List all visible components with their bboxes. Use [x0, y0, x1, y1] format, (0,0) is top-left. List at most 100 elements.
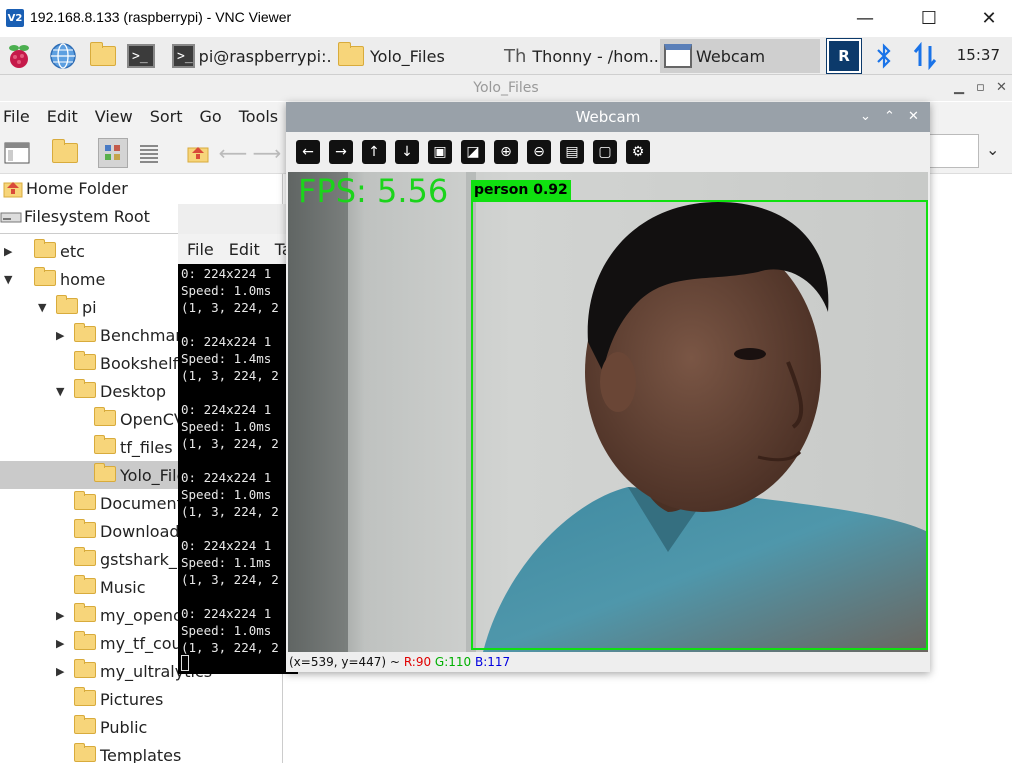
expander-down-icon[interactable]: ▼ — [38, 301, 46, 314]
arrow-right-icon[interactable]: → — [329, 140, 353, 164]
image-settings-icon[interactable]: ◪ — [461, 140, 485, 164]
terminal-line: Speed: 1.1ms — [181, 555, 272, 570]
task-terminal-label: pi@raspberrypi:... — [198, 46, 332, 66]
detection-bounding-box — [471, 200, 928, 650]
webcam-title[interactable]: Webcam — [286, 102, 930, 132]
webcam-toolbar: ← → ↑ ↓ ▣ ◪ ⊕ ⊖ ▤ ▢ ⚙ — [286, 132, 930, 172]
raspberry-menu-icon[interactable] — [4, 41, 34, 71]
task-terminal[interactable]: >_ pi@raspberrypi:... — [172, 39, 332, 73]
arrow-up-icon[interactable]: ↑ — [362, 140, 386, 164]
expander-right-icon[interactable]: ▶ — [56, 329, 64, 342]
menu-view[interactable]: View — [95, 107, 133, 126]
path-input[interactable] — [929, 134, 979, 168]
menu-tools[interactable]: Tools — [239, 107, 278, 126]
folder-icon — [74, 715, 96, 734]
icon-view-icon[interactable] — [98, 138, 128, 168]
arrow-left-icon[interactable]: ← — [296, 140, 320, 164]
window-icon — [664, 44, 692, 68]
tree-item-label: etc — [60, 241, 85, 261]
terminal-icon: >_ — [172, 44, 195, 68]
fm-maximize-button[interactable]: ▫ — [976, 75, 985, 101]
webcam-window[interactable]: Webcam ⌄ ⌃ ✕ ← → ↑ ↓ ▣ ◪ ⊕ ⊖ ▤ ▢ ⚙ FPS: … — [286, 102, 930, 672]
place-root-label: Filesystem Root — [24, 206, 150, 226]
bluetooth-icon[interactable] — [869, 41, 899, 71]
terminal-window[interactable]: File Edit Ta 0: 224x224 1 Speed: 1.0ms (1,… — [178, 204, 298, 674]
webcam-close-button[interactable]: ✕ — [908, 102, 919, 132]
menu-go[interactable]: Go — [200, 107, 222, 126]
terminal-icon[interactable]: >_ — [126, 41, 156, 71]
term-menu-edit[interactable]: Edit — [229, 240, 260, 259]
new-window-icon[interactable] — [2, 138, 32, 168]
maximize-button[interactable]: ☐ — [906, 4, 952, 32]
terminal-line: Speed: 1.0ms — [181, 487, 272, 502]
tree-item-label: Pictures — [100, 689, 164, 709]
task-file-manager[interactable]: Yolo_Files — [334, 39, 498, 73]
fm-minimize-button[interactable]: ▁ — [954, 75, 964, 101]
home-icon — [3, 182, 23, 198]
browser-globe-icon[interactable] — [48, 41, 78, 71]
clipboard-icon[interactable]: ▢ — [593, 140, 617, 164]
save-icon[interactable]: ▤ — [560, 140, 584, 164]
terminal-line: (1, 3, 224, 2 — [181, 572, 279, 587]
terminal-output[interactable]: 0: 224x224 1 Speed: 1.0ms (1, 3, 224, 2 0:… — [178, 264, 298, 674]
image-icon[interactable]: ▣ — [428, 140, 452, 164]
term-menu-file[interactable]: File — [187, 240, 214, 259]
expander-right-icon[interactable]: ▶ — [56, 665, 64, 678]
vnc-server-icon[interactable]: R — [826, 38, 862, 74]
properties-icon[interactable]: ⚙ — [626, 140, 650, 164]
webcam-minimize-button[interactable]: ⌄ — [860, 102, 871, 132]
folder-icon — [56, 295, 78, 314]
terminal-line: (1, 3, 224, 2 — [181, 436, 279, 451]
zoom-out-icon[interactable]: ⊖ — [527, 140, 551, 164]
tree-item-label: Downloads — [100, 521, 188, 541]
path-dropdown-icon[interactable]: ⌄ — [986, 140, 999, 159]
terminal-line: 0: 224x224 1 — [181, 606, 272, 621]
task-webcam[interactable]: Webcam — [660, 39, 820, 73]
forward-arrow-icon[interactable]: ⟶ — [252, 138, 282, 168]
menu-sort[interactable]: Sort — [150, 107, 183, 126]
minimize-button[interactable]: — — [842, 4, 888, 32]
folder-icon — [34, 239, 56, 258]
place-filesystem-root[interactable]: Filesystem Root — [0, 202, 150, 230]
webcam-frame[interactable]: FPS: 5.56 person 0.92 — [288, 172, 928, 652]
terminal-line: (1, 3, 224, 2 — [181, 504, 279, 519]
terminal-titlebar[interactable] — [178, 204, 298, 234]
arrow-down-icon[interactable]: ↓ — [395, 140, 419, 164]
zoom-in-icon[interactable]: ⊕ — [494, 140, 518, 164]
back-arrow-icon[interactable]: ⟵ — [218, 138, 248, 168]
folder-icon — [74, 659, 96, 678]
pi-taskbar: >_ >_ pi@raspberrypi:... Yolo_Files Th T… — [0, 37, 1012, 75]
task-thonny[interactable]: Th Thonny - /hom... — [500, 39, 658, 73]
folder-icon — [74, 631, 96, 650]
expander-right-icon[interactable]: ▶ — [4, 245, 12, 258]
expander-down-icon[interactable]: ▼ — [56, 385, 64, 398]
clock: 15:37 — [956, 46, 1000, 64]
new-folder-icon[interactable] — [50, 138, 80, 168]
fm-close-button[interactable]: ✕ — [996, 75, 1007, 101]
expander-right-icon[interactable]: ▶ — [56, 637, 64, 650]
network-icon[interactable] — [910, 41, 940, 71]
terminal-line: 0: 224x224 1 — [181, 538, 272, 553]
place-home-folder[interactable]: Home Folder — [0, 174, 128, 202]
expander-right-icon[interactable]: ▶ — [56, 609, 64, 622]
list-view-icon[interactable] — [134, 138, 164, 168]
folder-icon — [34, 267, 56, 286]
webcam-maximize-button[interactable]: ⌃ — [884, 102, 895, 132]
close-button[interactable]: ✕ — [966, 4, 1012, 32]
file-manager-icon[interactable] — [88, 41, 118, 71]
menu-file[interactable]: File — [3, 107, 30, 126]
tree-item[interactable]: Templates — [0, 741, 282, 763]
task-file-manager-label: Yolo_Files — [370, 46, 445, 66]
tree-item-label: Bookshelf — [100, 353, 179, 373]
tree-item[interactable]: Pictures — [0, 685, 282, 713]
terminal-line: (1, 3, 224, 2 — [181, 368, 279, 383]
expander-down-icon[interactable]: ▼ — [4, 273, 12, 286]
menu-edit[interactable]: Edit — [47, 107, 78, 126]
home-icon[interactable] — [183, 138, 213, 168]
tree-item[interactable]: Public — [0, 713, 282, 741]
terminal-line: 0: 224x224 1 — [181, 470, 272, 485]
folder-icon — [74, 491, 96, 510]
